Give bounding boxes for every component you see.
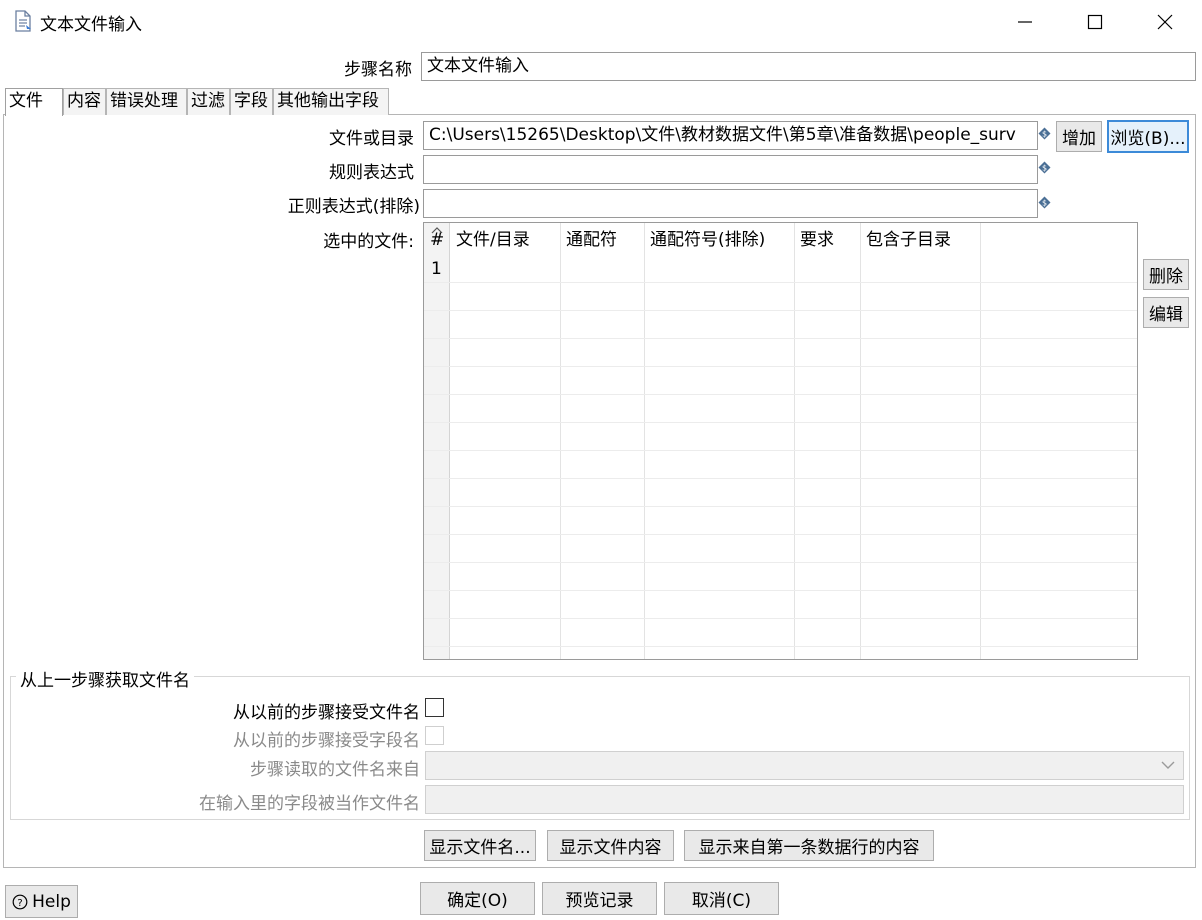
window-title: 文本文件输入 [40,15,142,35]
svg-text:$: $ [1042,164,1047,173]
maximize-icon [1087,14,1103,30]
step-to-read-from-label: 步骤读取的文件名来自 [250,760,420,780]
accept-filenames-checkbox[interactable] [425,698,444,717]
variable-icon: $ [1038,196,1051,209]
regex-label: 规则表达式 [329,163,414,183]
step-name-label: 步骤名称 [344,60,412,80]
cancel-button[interactable]: 取消(C) [664,882,779,915]
tab-error-handling[interactable]: 错误处理 [106,88,187,115]
field-as-filename-input[interactable] [425,785,1184,814]
delete-button[interactable]: 删除 [1143,259,1189,290]
svg-text:?: ? [17,898,22,909]
help-icon: ? [12,894,28,909]
browse-button[interactable]: 浏览(B)... [1107,120,1189,153]
row-number-column [424,223,450,659]
document-icon [15,10,31,32]
tab-fields[interactable]: 字段 [230,88,273,115]
ok-button[interactable]: 确定(O) [420,882,535,915]
file-or-dir-label: 文件或目录 [329,129,414,149]
accept-fieldname-label: 从以前的步骤接受字段名 [233,731,420,751]
column-header-wildcard-exclude[interactable]: 通配符号(排除) [644,223,794,257]
minimize-icon [1018,21,1032,23]
field-as-filename-label: 在输入里的字段被当作文件名 [199,794,420,814]
selected-files-table[interactable]: # 文件/目录 通配符 通配符号(排除) 要求 包含子目录 1 [423,222,1138,660]
tab-content[interactable]: 内容 [63,88,106,115]
regex-input[interactable] [423,155,1038,184]
accept-fieldname-checkbox[interactable] [425,726,444,745]
variable-icon: $ [1038,127,1051,140]
close-icon [1157,14,1173,30]
regex-exclude-label: 正则表达式(排除) [287,197,420,217]
variable-icon: $ [1038,161,1051,174]
show-file-content-button[interactable]: 显示文件内容 [547,830,674,861]
preview-button[interactable]: 预览记录 [542,882,657,915]
show-first-row-button[interactable]: 显示来自第一条数据行的内容 [684,830,934,861]
step-to-read-from-select[interactable] [425,751,1184,780]
column-header-include-subdirs[interactable]: 包含子目录 [860,223,980,257]
title-bar: 文本文件输入 [0,0,1202,44]
table-row-number[interactable]: 1 [424,257,450,282]
file-or-dir-input[interactable]: C:\Users\15265\Desktop\文件\教材数据文件\第5章\准备数… [423,121,1038,150]
maximize-button[interactable] [1060,0,1130,44]
column-header-wildcard[interactable]: 通配符 [560,223,644,257]
close-button[interactable] [1130,0,1200,44]
help-label: Help [32,891,71,912]
svg-text:$: $ [1042,199,1047,208]
selected-files-label: 选中的文件: [323,232,414,252]
edit-button[interactable]: 编辑 [1143,297,1189,328]
column-header-required[interactable]: 要求 [794,223,860,257]
tab-other-output-fields[interactable]: 其他输出字段 [273,88,389,115]
show-filenames-button[interactable]: 显示文件名... [424,830,536,861]
regex-exclude-input[interactable] [423,189,1038,218]
add-button[interactable]: 增加 [1056,121,1102,152]
help-button[interactable]: ? Help [5,885,78,918]
tab-filter[interactable]: 过滤 [187,88,230,115]
column-header-file-dir[interactable]: 文件/目录 [450,223,560,257]
step-name-input[interactable]: 文本文件输入 [421,52,1196,81]
group-title: 从上一步骤获取文件名 [16,666,194,691]
accept-filenames-label: 从以前的步骤接受文件名 [233,703,420,723]
svg-text:$: $ [1042,130,1047,139]
column-header-number[interactable]: # [424,223,450,257]
minimize-button[interactable] [990,0,1060,44]
tab-file[interactable]: 文件 [5,88,63,116]
chevron-down-icon [1161,761,1175,769]
